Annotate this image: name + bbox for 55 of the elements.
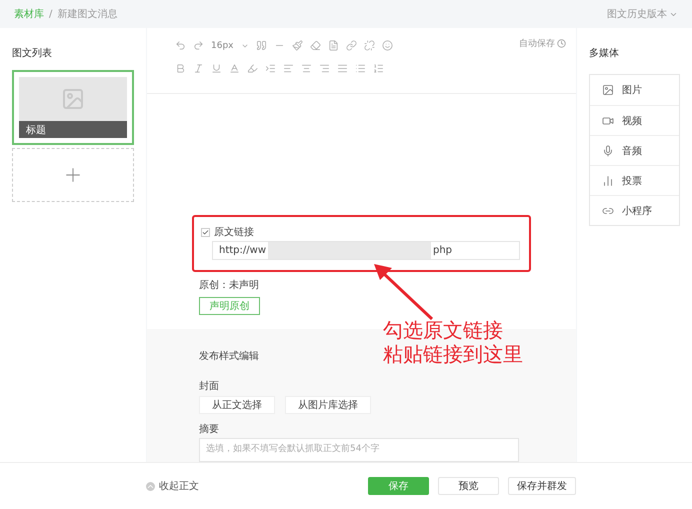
collapse-icon xyxy=(146,482,155,490)
secondary-button[interactable]: 预览 xyxy=(438,477,499,495)
collapse-link[interactable]: 收起正文 xyxy=(146,479,368,493)
summary-label: 摘要 xyxy=(199,422,219,436)
smiley-icon[interactable] xyxy=(382,40,392,51)
underline-icon[interactable] xyxy=(211,63,222,74)
video-icon xyxy=(602,114,614,126)
article-title: 标题 xyxy=(19,121,127,138)
breadcrumb-current: 新建图文消息 xyxy=(57,9,118,20)
media-item[interactable]: 图片 xyxy=(590,75,679,105)
font-size-select[interactable]: 16px xyxy=(211,40,234,50)
document-icon[interactable] xyxy=(328,40,338,51)
align-justify-icon[interactable] xyxy=(337,63,348,74)
cover-select-button[interactable]: 从正文选择 xyxy=(199,396,275,414)
image-icon xyxy=(602,84,614,96)
highlight-icon[interactable] xyxy=(247,63,258,74)
numbered-list-icon[interactable] xyxy=(373,63,384,74)
annotation-text: 勾选原文链接 粘贴链接到这里 xyxy=(383,318,523,366)
clock-icon xyxy=(557,39,566,48)
cover-select-button[interactable]: 从图片库选择 xyxy=(285,396,371,414)
eraser-icon[interactable] xyxy=(310,40,320,51)
media-item[interactable]: 视频 xyxy=(590,105,679,135)
secondary-button[interactable]: 保存并群发 xyxy=(508,477,576,495)
add-article-button[interactable] xyxy=(12,148,134,202)
quote-icon[interactable] xyxy=(256,40,266,51)
checkbox[interactable] xyxy=(201,228,210,237)
cover-label: 封面 xyxy=(199,380,219,393)
italic-icon[interactable] xyxy=(193,63,204,74)
bold-icon[interactable] xyxy=(175,63,186,74)
media-item[interactable]: 投票 xyxy=(590,165,679,195)
url-input-field[interactable]: http://ww php xyxy=(212,241,520,260)
microphone-icon xyxy=(602,144,614,156)
summary-field[interactable]: 选填，如果不填写会默认抓取正文前54个字 xyxy=(199,438,519,462)
link-icon[interactable] xyxy=(346,40,356,51)
checkbox-label: 原文链接 xyxy=(214,226,254,240)
font-color-icon[interactable] xyxy=(229,63,240,74)
align-center-icon[interactable] xyxy=(301,63,312,74)
media-item[interactable]: 小程序 xyxy=(590,195,679,225)
panel-title: 多媒体 xyxy=(589,47,620,60)
image-placeholder-icon xyxy=(61,87,85,111)
bar-chart-icon xyxy=(602,174,614,186)
media-item[interactable]: 音频 xyxy=(590,135,679,165)
unlink-icon[interactable] xyxy=(364,40,374,51)
panel-title: 图文列表 xyxy=(12,46,53,60)
undo-icon[interactable] xyxy=(175,40,186,51)
indent-icon[interactable] xyxy=(265,63,276,74)
redo-icon[interactable] xyxy=(193,40,204,51)
original-status: 原创：未声明 xyxy=(199,278,260,292)
autosave-label: 自动保存 xyxy=(519,37,566,50)
breadcrumb-separator: / xyxy=(49,9,52,20)
section-title: 发布样式编辑 xyxy=(199,350,259,363)
paintbrush-icon[interactable] xyxy=(292,40,302,51)
article-card[interactable]: 标题 xyxy=(12,70,134,145)
align-right-icon[interactable] xyxy=(319,63,330,74)
align-left-icon[interactable] xyxy=(283,63,294,74)
